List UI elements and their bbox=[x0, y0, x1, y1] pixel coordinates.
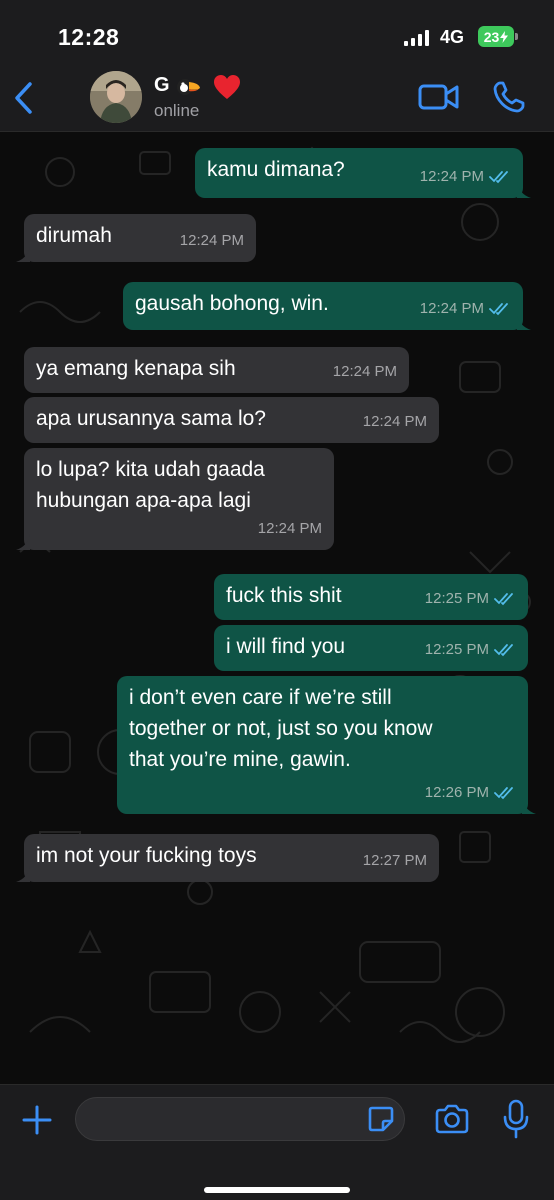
message-list[interactable]: kamu dimana? 12:24 PM dirumah 12:24 PM g… bbox=[0, 132, 554, 1084]
message-text: together or not, just so you know bbox=[129, 717, 433, 740]
message-text: hubungan apa-apa lagi bbox=[36, 489, 251, 512]
incoming-message[interactable]: lo lupa? kita udah gaada hubungan apa-ap… bbox=[16, 448, 334, 550]
avatar[interactable] bbox=[90, 71, 142, 123]
message-time: 12:24 PM bbox=[179, 232, 244, 249]
read-receipt-icon bbox=[489, 170, 508, 183]
message-time: 12:24 PM bbox=[419, 300, 484, 317]
message-time: 12:24 PM bbox=[257, 520, 322, 537]
red-heart-icon bbox=[214, 75, 240, 99]
phone-call-icon[interactable] bbox=[492, 80, 526, 114]
message-time: 12:25 PM bbox=[424, 641, 489, 658]
message-time: 12:24 PM bbox=[362, 413, 427, 430]
network-type: 4G bbox=[440, 27, 465, 47]
outgoing-message[interactable]: i will find you 12:25 PM bbox=[214, 625, 528, 671]
sticker-icon[interactable] bbox=[367, 1105, 395, 1133]
contact-name[interactable]: G bbox=[154, 74, 170, 97]
message-input[interactable] bbox=[75, 1097, 405, 1141]
toucan-icon bbox=[177, 79, 200, 95]
message-text: i don’t even care if we’re still bbox=[129, 686, 392, 709]
camera-icon[interactable] bbox=[434, 1103, 470, 1135]
outgoing-message[interactable]: kamu dimana? 12:24 PM bbox=[195, 148, 531, 198]
video-call-icon[interactable] bbox=[418, 82, 460, 112]
message-text: lo lupa? kita udah gaada bbox=[36, 458, 265, 481]
outgoing-message[interactable]: gausah bohong, win. 12:24 PM bbox=[123, 282, 531, 330]
message-time: 12:25 PM bbox=[424, 590, 489, 607]
home-indicator bbox=[204, 1187, 350, 1193]
message-time: 12:24 PM bbox=[332, 363, 397, 380]
message-time: 12:27 PM bbox=[362, 852, 427, 869]
incoming-message[interactable]: im not your fucking toys 12:27 PM bbox=[16, 834, 439, 882]
battery-level: 23 bbox=[483, 28, 500, 45]
read-receipt-icon bbox=[489, 302, 508, 315]
status-bar: 12:28 4G 23 bbox=[0, 0, 554, 62]
read-receipt-icon bbox=[494, 592, 513, 605]
message-time: 12:26 PM bbox=[424, 784, 489, 801]
plus-icon[interactable] bbox=[22, 1105, 52, 1135]
incoming-message[interactable]: ya emang kenapa sih 12:24 PM bbox=[24, 347, 409, 393]
incoming-message[interactable]: dirumah 12:24 PM bbox=[16, 214, 256, 262]
incoming-message[interactable]: apa urusannya sama lo? 12:24 PM bbox=[24, 397, 439, 443]
microphone-icon[interactable] bbox=[502, 1099, 530, 1139]
status-time: 12:28 bbox=[58, 24, 120, 50]
chat-header: G online bbox=[0, 62, 554, 132]
signal-icon bbox=[404, 30, 429, 46]
read-receipt-icon bbox=[494, 786, 513, 799]
message-time: 12:24 PM bbox=[419, 168, 484, 185]
outgoing-message[interactable]: fuck this shit 12:25 PM bbox=[214, 574, 528, 620]
message-text: that you’re mine, gawin. bbox=[129, 748, 351, 771]
contact-status: online bbox=[154, 101, 200, 120]
outgoing-message[interactable]: i don’t even care if we’re still togethe… bbox=[117, 676, 536, 814]
composer-bar bbox=[0, 1084, 554, 1200]
back-chevron-icon[interactable] bbox=[10, 78, 40, 118]
read-receipt-icon bbox=[494, 643, 513, 656]
battery-icon: 23 bbox=[478, 26, 518, 47]
